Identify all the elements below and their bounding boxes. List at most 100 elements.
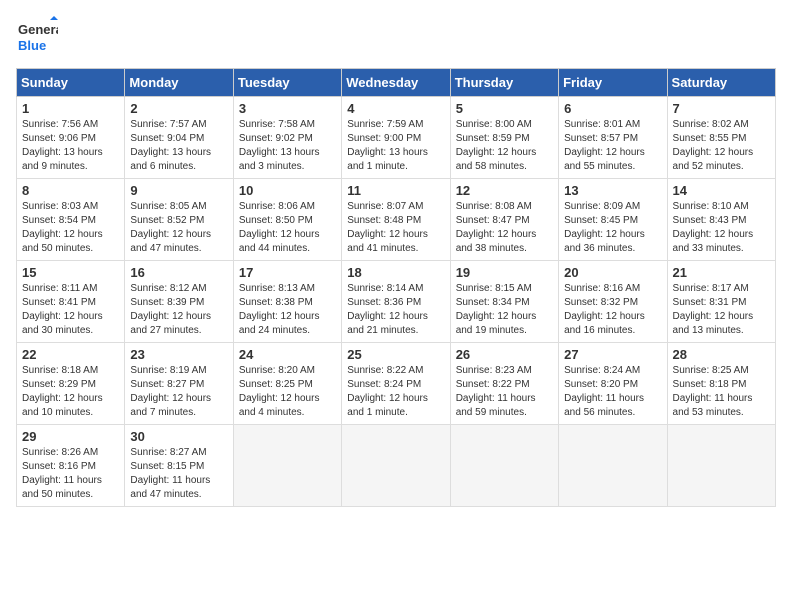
- header-row: SundayMondayTuesdayWednesdayThursdayFrid…: [17, 69, 776, 97]
- svg-text:Blue: Blue: [18, 38, 46, 53]
- day-info: Sunrise: 8:12 AM Sunset: 8:39 PM Dayligh…: [130, 282, 227, 338]
- calendar-cell: 14Sunrise: 8:10 AM Sunset: 8:43 PM Dayli…: [667, 179, 775, 261]
- calendar-week-row: 8 Sunrise: 8:03 AM Sunset: 8:54 PM Daylig…: [17, 179, 776, 261]
- day-info: Sunrise: 8:16 AM Sunset: 8:32 PM Dayligh…: [564, 282, 661, 338]
- day-info: Sunrise: 7:57 AM Sunset: 9:04 PM Dayligh…: [130, 118, 227, 174]
- day-info: Sunrise: 8:23 AM Sunset: 8:22 PM Dayligh…: [456, 364, 553, 420]
- calendar-cell: 11Sunrise: 8:07 AM Sunset: 8:48 PM Dayli…: [342, 179, 450, 261]
- day-number: 9: [130, 183, 227, 198]
- calendar-cell: [667, 425, 775, 507]
- calendar-week-row: 15 Sunrise: 8:11 AM Sunset: 8:41 PM Dayli…: [17, 261, 776, 343]
- calendar-cell: 27 Sunrise: 8:24 AM Sunset: 8:20 PM Dayli…: [559, 343, 667, 425]
- calendar-cell: 12 Sunrise: 8:08 AM Sunset: 8:47 PM Dayli…: [450, 179, 558, 261]
- day-info: Sunrise: 8:00 AM Sunset: 8:59 PM Dayligh…: [456, 118, 553, 174]
- day-info: Sunrise: 7:59 AM Sunset: 9:00 PM Dayligh…: [347, 118, 444, 174]
- day-info: Sunrise: 8:18 AM Sunset: 8:29 PM Dayligh…: [22, 364, 119, 420]
- day-number: 30: [130, 429, 227, 444]
- day-info: Sunrise: 7:58 AM Sunset: 9:02 PM Dayligh…: [239, 118, 336, 174]
- calendar-cell: 20Sunrise: 8:16 AM Sunset: 8:32 PM Dayli…: [559, 261, 667, 343]
- day-number: 18: [347, 265, 444, 280]
- calendar-cell: [342, 425, 450, 507]
- day-number: 12: [456, 183, 553, 198]
- day-info: Sunrise: 8:02 AM Sunset: 8:55 PM Dayligh…: [673, 118, 770, 174]
- day-info: Sunrise: 8:26 AM Sunset: 8:16 PM Dayligh…: [22, 446, 119, 502]
- calendar-cell: [450, 425, 558, 507]
- calendar-cell: 30 Sunrise: 8:27 AM Sunset: 8:15 PM Dayli…: [125, 425, 233, 507]
- day-number: 13: [564, 183, 661, 198]
- day-info: Sunrise: 8:20 AM Sunset: 8:25 PM Dayligh…: [239, 364, 336, 420]
- day-number: 24: [239, 347, 336, 362]
- weekday-header: Friday: [559, 69, 667, 97]
- day-info: Sunrise: 8:05 AM Sunset: 8:52 PM Dayligh…: [130, 200, 227, 256]
- svg-text:General: General: [18, 22, 58, 37]
- calendar-cell: 2 Sunrise: 7:57 AM Sunset: 9:04 PM Daylig…: [125, 97, 233, 179]
- day-info: Sunrise: 8:15 AM Sunset: 8:34 PM Dayligh…: [456, 282, 553, 338]
- weekday-header: Sunday: [17, 69, 125, 97]
- calendar-cell: 22Sunrise: 8:18 AM Sunset: 8:29 PM Dayli…: [17, 343, 125, 425]
- calendar-cell: 24 Sunrise: 8:20 AM Sunset: 8:25 PM Dayli…: [233, 343, 341, 425]
- day-info: Sunrise: 8:19 AM Sunset: 8:27 PM Dayligh…: [130, 364, 227, 420]
- weekday-header: Thursday: [450, 69, 558, 97]
- weekday-header: Tuesday: [233, 69, 341, 97]
- calendar-cell: 16 Sunrise: 8:12 AM Sunset: 8:39 PM Dayli…: [125, 261, 233, 343]
- day-number: 3: [239, 101, 336, 116]
- day-number: 16: [130, 265, 227, 280]
- day-number: 15: [22, 265, 119, 280]
- day-number: 19: [456, 265, 553, 280]
- day-info: Sunrise: 8:01 AM Sunset: 8:57 PM Dayligh…: [564, 118, 661, 174]
- calendar-cell: 3 Sunrise: 7:58 AM Sunset: 9:02 PM Daylig…: [233, 97, 341, 179]
- weekday-header: Saturday: [667, 69, 775, 97]
- day-number: 6: [564, 101, 661, 116]
- day-number: 29: [22, 429, 119, 444]
- calendar-week-row: 29 Sunrise: 8:26 AM Sunset: 8:16 PM Dayli…: [17, 425, 776, 507]
- weekday-header: Monday: [125, 69, 233, 97]
- calendar-week-row: 22Sunrise: 8:18 AM Sunset: 8:29 PM Dayli…: [17, 343, 776, 425]
- calendar-cell: 19 Sunrise: 8:15 AM Sunset: 8:34 PM Dayli…: [450, 261, 558, 343]
- day-number: 4: [347, 101, 444, 116]
- day-info: Sunrise: 7:56 AM Sunset: 9:06 PM Dayligh…: [22, 118, 119, 174]
- day-number: 10: [239, 183, 336, 198]
- calendar-cell: 5 Sunrise: 8:00 AM Sunset: 8:59 PM Daylig…: [450, 97, 558, 179]
- logo-svg: General Blue: [16, 16, 58, 58]
- day-number: 8: [22, 183, 119, 198]
- day-info: Sunrise: 8:09 AM Sunset: 8:45 PM Dayligh…: [564, 200, 661, 256]
- day-info: Sunrise: 8:13 AM Sunset: 8:38 PM Dayligh…: [239, 282, 336, 338]
- day-number: 1: [22, 101, 119, 116]
- day-info: Sunrise: 8:22 AM Sunset: 8:24 PM Dayligh…: [347, 364, 444, 420]
- calendar-week-row: 1 Sunrise: 7:56 AM Sunset: 9:06 PM Daylig…: [17, 97, 776, 179]
- calendar-cell: 25 Sunrise: 8:22 AM Sunset: 8:24 PM Dayli…: [342, 343, 450, 425]
- calendar-cell: 4 Sunrise: 7:59 AM Sunset: 9:00 PM Daylig…: [342, 97, 450, 179]
- calendar-cell: [233, 425, 341, 507]
- day-number: 27: [564, 347, 661, 362]
- day-info: Sunrise: 8:25 AM Sunset: 8:18 PM Dayligh…: [673, 364, 770, 420]
- day-info: Sunrise: 8:24 AM Sunset: 8:20 PM Dayligh…: [564, 364, 661, 420]
- day-number: 25: [347, 347, 444, 362]
- day-info: Sunrise: 8:08 AM Sunset: 8:47 PM Dayligh…: [456, 200, 553, 256]
- calendar-cell: 8 Sunrise: 8:03 AM Sunset: 8:54 PM Daylig…: [17, 179, 125, 261]
- day-number: 17: [239, 265, 336, 280]
- day-info: Sunrise: 8:10 AM Sunset: 8:43 PM Dayligh…: [673, 200, 770, 256]
- day-number: 21: [673, 265, 770, 280]
- calendar-cell: 1 Sunrise: 7:56 AM Sunset: 9:06 PM Daylig…: [17, 97, 125, 179]
- calendar-cell: 29 Sunrise: 8:26 AM Sunset: 8:16 PM Dayli…: [17, 425, 125, 507]
- calendar-cell: 9 Sunrise: 8:05 AM Sunset: 8:52 PM Daylig…: [125, 179, 233, 261]
- calendar-table: SundayMondayTuesdayWednesdayThursdayFrid…: [16, 68, 776, 507]
- calendar-cell: 15 Sunrise: 8:11 AM Sunset: 8:41 PM Dayli…: [17, 261, 125, 343]
- calendar-cell: 13 Sunrise: 8:09 AM Sunset: 8:45 PM Dayli…: [559, 179, 667, 261]
- day-number: 5: [456, 101, 553, 116]
- day-info: Sunrise: 8:17 AM Sunset: 8:31 PM Dayligh…: [673, 282, 770, 338]
- calendar-cell: 10 Sunrise: 8:06 AM Sunset: 8:50 PM Dayli…: [233, 179, 341, 261]
- day-number: 2: [130, 101, 227, 116]
- calendar-cell: 18Sunrise: 8:14 AM Sunset: 8:36 PM Dayli…: [342, 261, 450, 343]
- day-info: Sunrise: 8:27 AM Sunset: 8:15 PM Dayligh…: [130, 446, 227, 502]
- day-info: Sunrise: 8:11 AM Sunset: 8:41 PM Dayligh…: [22, 282, 119, 338]
- day-number: 28: [673, 347, 770, 362]
- calendar-cell: 23 Sunrise: 8:19 AM Sunset: 8:27 PM Dayli…: [125, 343, 233, 425]
- calendar-cell: 17 Sunrise: 8:13 AM Sunset: 8:38 PM Dayli…: [233, 261, 341, 343]
- day-info: Sunrise: 8:06 AM Sunset: 8:50 PM Dayligh…: [239, 200, 336, 256]
- day-number: 23: [130, 347, 227, 362]
- calendar-cell: 21 Sunrise: 8:17 AM Sunset: 8:31 PM Dayli…: [667, 261, 775, 343]
- day-number: 26: [456, 347, 553, 362]
- calendar-cell: 28 Sunrise: 8:25 AM Sunset: 8:18 PM Dayli…: [667, 343, 775, 425]
- day-info: Sunrise: 8:03 AM Sunset: 8:54 PM Dayligh…: [22, 200, 119, 256]
